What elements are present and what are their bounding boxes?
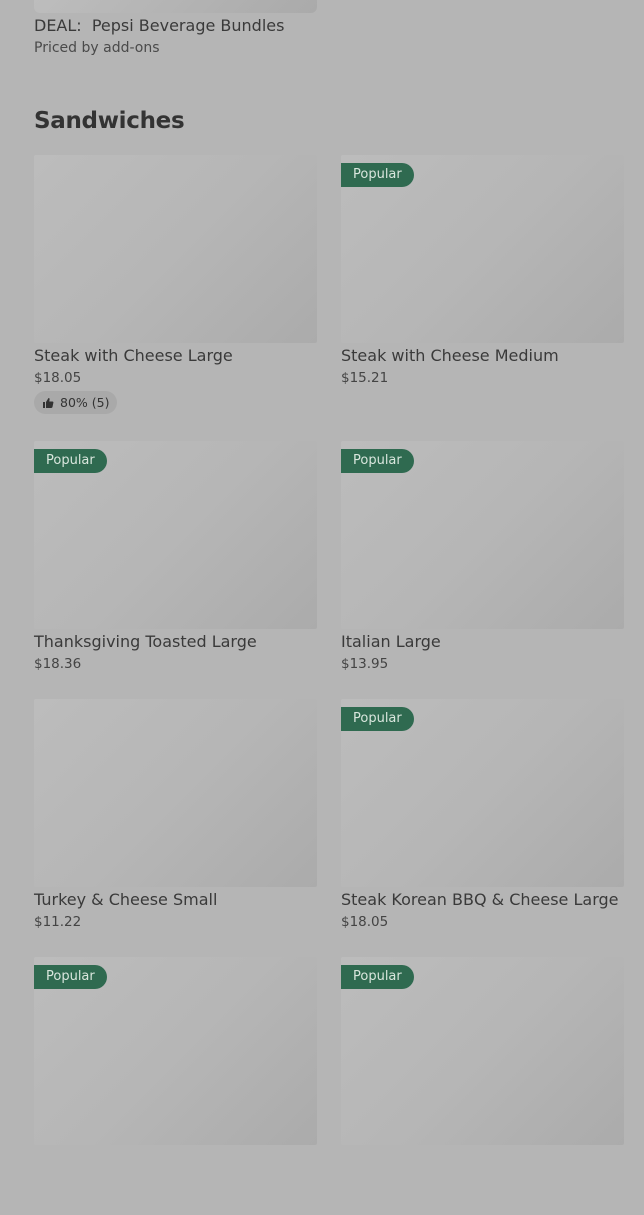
menu-item-image[interactable]: Popular: [34, 441, 317, 629]
menu-item-price: $13.95: [341, 656, 389, 672]
menu-item-name: Italian Large: [341, 632, 441, 651]
menu-item-card[interactable]: Popular: [34, 957, 317, 1215]
menu-item-card[interactable]: Popular Steak with Cheese Medium $15.21: [341, 155, 624, 441]
menu-item-image[interactable]: Popular: [341, 155, 624, 343]
menu-item-name: Turkey & Cheese Small: [34, 890, 218, 909]
popular-badge: Popular: [341, 707, 414, 731]
menu-item-card[interactable]: Steak with Cheese Large $18.05 80% (5): [34, 155, 317, 441]
menu-item-image[interactable]: Popular: [34, 957, 317, 1145]
menu-item-card[interactable]: Popular Steak Korean BBQ & Cheese Large …: [341, 699, 624, 957]
menu-item-name: Steak with Cheese Large: [34, 346, 233, 365]
deal-item-title[interactable]: DEAL: Pepsi Beverage Bundles: [34, 16, 284, 35]
popular-badge: Popular: [341, 965, 414, 989]
popular-badge: Popular: [34, 965, 107, 989]
deal-item-subtitle: Priced by add-ons: [34, 40, 160, 56]
menu-item-price: $11.22: [34, 914, 82, 930]
rating-badge: 80% (5): [34, 391, 118, 414]
menu-item-image[interactable]: Popular: [341, 441, 624, 629]
menu-item-image[interactable]: [34, 699, 317, 887]
menu-item-price: $18.36: [34, 656, 82, 672]
menu-item-price: $18.05: [34, 370, 82, 386]
menu-item-name: Steak with Cheese Medium: [341, 346, 559, 365]
rating-text: 80% (5): [60, 395, 110, 410]
popular-badge: Popular: [34, 449, 107, 473]
menu-item-name: Steak Korean BBQ & Cheese Large: [341, 890, 619, 909]
menu-item-grid: Steak with Cheese Large $18.05 80% (5) P…: [34, 155, 624, 1215]
menu-item-image[interactable]: Popular: [341, 699, 624, 887]
menu-item-card[interactable]: Popular Italian Large $13.95: [341, 441, 624, 699]
thumbs-up-icon: [42, 397, 54, 409]
menu-item-price: $18.05: [341, 914, 389, 930]
section-title: Sandwiches: [34, 108, 185, 134]
popular-badge: Popular: [341, 163, 414, 187]
menu-item-card[interactable]: Popular Thanksgiving Toasted Large $18.3…: [34, 441, 317, 699]
menu-item-image[interactable]: [34, 155, 317, 343]
menu-item-card[interactable]: Turkey & Cheese Small $11.22: [34, 699, 317, 957]
menu-item-price: $15.21: [341, 370, 389, 386]
menu-item-image[interactable]: Popular: [341, 957, 624, 1145]
menu-item-card[interactable]: Popular: [341, 957, 624, 1215]
menu-item-name: Thanksgiving Toasted Large: [34, 632, 257, 651]
popular-badge: Popular: [341, 449, 414, 473]
deal-item-image[interactable]: [34, 0, 317, 13]
